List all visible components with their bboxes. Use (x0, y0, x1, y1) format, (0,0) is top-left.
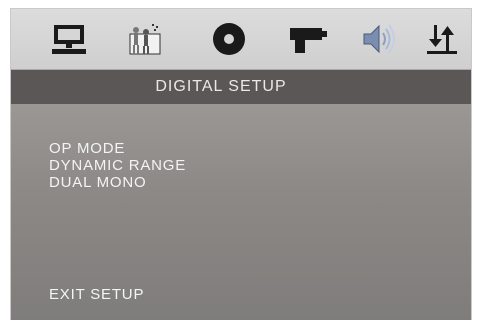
tab-disc[interactable] (206, 17, 252, 61)
menu-item-dynamic-range[interactable]: DYNAMIC RANGE (49, 157, 186, 174)
exit-setup-button[interactable]: EXIT SETUP (49, 286, 144, 303)
page-title: DIGITAL SETUP (155, 78, 287, 95)
setup-screen: DIGITAL SETUP OP MODE DYNAMIC RANGE DUAL… (10, 8, 472, 320)
spray-gun-icon (287, 22, 329, 56)
people-icon (124, 20, 164, 58)
title-bar: DIGITAL SETUP (11, 70, 471, 104)
menu-item-op-mode[interactable]: OP MODE (49, 140, 186, 157)
menu-panel: OP MODE DYNAMIC RANGE DUAL MONO EXIT SET… (11, 104, 471, 320)
up-down-arrows-icon (424, 21, 460, 57)
tab-audio[interactable] (355, 17, 401, 61)
icon-tab-bar (11, 9, 471, 70)
tab-digital[interactable] (419, 17, 465, 61)
tab-general[interactable] (46, 17, 92, 61)
menu-list: OP MODE DYNAMIC RANGE DUAL MONO (49, 140, 186, 191)
tab-tools[interactable] (285, 17, 331, 61)
menu-item-dual-mono[interactable]: DUAL MONO (49, 174, 186, 191)
tab-people[interactable] (121, 17, 167, 61)
monitor-icon (50, 22, 88, 56)
speaker-icon (358, 21, 398, 57)
disc-icon (210, 20, 248, 58)
